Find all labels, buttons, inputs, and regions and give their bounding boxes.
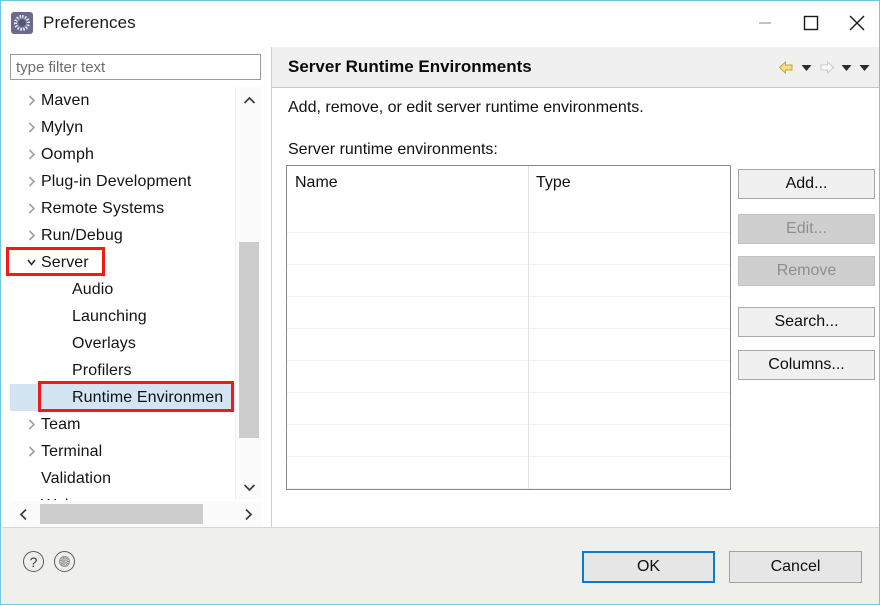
tree-item-server[interactable]: Server — [10, 249, 242, 276]
tree-item-plug-in-development[interactable]: Plug-in Development — [10, 168, 242, 195]
table-row[interactable] — [287, 233, 730, 265]
tree-horizontal-scroll-thumb[interactable] — [40, 504, 203, 524]
runtime-environments-table[interactable]: Name Type — [286, 165, 731, 490]
table-row[interactable] — [287, 425, 730, 457]
chevron-right-icon[interactable] — [21, 419, 41, 430]
title-bar: Preferences — [2, 2, 879, 44]
window-title: Preferences — [43, 13, 136, 32]
tree-item-label: Terminal — [41, 442, 103, 460]
table-body — [287, 201, 730, 489]
tree-item-label: Validation — [41, 469, 112, 487]
tree-item-oomph[interactable]: Oomph — [10, 141, 242, 168]
tree-item-terminal[interactable]: Terminal — [10, 438, 242, 465]
table-row[interactable] — [287, 265, 730, 297]
tree-item-profilers[interactable]: Profilers — [10, 357, 242, 384]
chevron-right-icon[interactable] — [21, 95, 41, 106]
tree-item-label: Plug-in Development — [41, 172, 192, 190]
chevron-right-icon[interactable] — [21, 230, 41, 241]
tree-item-label: Runtime Environmen — [72, 388, 224, 406]
tree-item-label: Launching — [72, 307, 147, 325]
scroll-up-icon[interactable] — [236, 87, 262, 113]
tree-item-remote-systems[interactable]: Remote Systems — [10, 195, 242, 222]
tree-item-label: Overlays — [72, 334, 136, 352]
table-row[interactable] — [287, 297, 730, 329]
view-menu-icon[interactable] — [855, 55, 873, 81]
help-icon[interactable]: ? — [23, 551, 44, 572]
scroll-down-icon[interactable] — [236, 474, 262, 500]
tree-vertical-scrollbar[interactable] — [235, 87, 261, 500]
tree-item-label: Profilers — [72, 361, 132, 379]
table-row[interactable] — [287, 457, 730, 489]
tree-item-label: Server — [41, 253, 89, 271]
table-row[interactable] — [287, 361, 730, 393]
chevron-right-icon[interactable] — [21, 176, 41, 187]
chevron-right-icon[interactable] — [21, 446, 41, 457]
chevron-right-icon[interactable] — [21, 122, 41, 133]
tree-vertical-scroll-thumb[interactable] — [239, 242, 259, 438]
tree-item-web[interactable]: Web — [10, 492, 242, 501]
window-controls — [742, 2, 879, 44]
table-header-row: Name Type — [287, 166, 730, 201]
chevron-right-icon[interactable] — [21, 149, 41, 160]
tree-item-label: Remote Systems — [41, 199, 165, 217]
ok-button[interactable]: OK — [582, 551, 715, 583]
apply-settings-icon[interactable] — [54, 551, 75, 572]
tree-item-label: Mylyn — [41, 118, 84, 136]
panel-navigation — [775, 47, 873, 88]
columns-button[interactable]: Columns... — [738, 350, 875, 380]
tree-item-overlays[interactable]: Overlays — [10, 330, 242, 357]
filter-input[interactable] — [10, 54, 261, 80]
remove-button: Remove — [738, 256, 875, 286]
preferences-gear-icon — [11, 12, 33, 34]
tree-item-label: Maven — [41, 91, 90, 109]
preference-tree[interactable]: Maven Mylyn Oomph Plug-in Development Remote… — [10, 87, 261, 500]
back-arrow-icon[interactable] — [775, 55, 797, 81]
tree-viewport: Maven Mylyn Oomph Plug-in Development Remote… — [10, 87, 242, 500]
tree-item-label: Web — [41, 497, 74, 501]
column-header-name[interactable]: Name — [287, 166, 528, 200]
forward-arrow-icon — [815, 55, 837, 81]
maximize-icon[interactable] — [788, 2, 834, 44]
forward-dropdown-icon[interactable] — [837, 55, 855, 81]
page-title: Server Runtime Environments — [288, 57, 532, 76]
table-row[interactable] — [287, 329, 730, 361]
tree-item-team[interactable]: Team — [10, 411, 242, 438]
add-button[interactable]: Add... — [738, 169, 875, 199]
tree-item-launching[interactable]: Launching — [10, 303, 242, 330]
edit-button: Edit... — [738, 214, 875, 244]
tree-item-label: Team — [41, 415, 81, 433]
close-icon[interactable] — [834, 2, 879, 44]
scroll-left-icon[interactable] — [10, 501, 36, 527]
tree-item-label: Run/Debug — [41, 226, 123, 244]
column-divider[interactable] — [528, 166, 529, 489]
table-row[interactable] — [287, 393, 730, 425]
tree-item-runtime-environmen[interactable]: Runtime Environmen — [10, 384, 242, 411]
tree-item-maven[interactable]: Maven — [10, 87, 242, 114]
chevron-right-icon[interactable] — [21, 203, 41, 214]
page-description: Add, remove, or edit server runtime envi… — [288, 99, 644, 116]
back-dropdown-icon[interactable] — [797, 55, 815, 81]
tree-item-label: Oomph — [41, 145, 94, 163]
settings-panel: Server Runtime Environments Add, remove,… — [271, 47, 879, 527]
column-header-type[interactable]: Type — [528, 166, 730, 200]
minimize-icon[interactable] — [742, 2, 788, 44]
scroll-right-icon[interactable] — [235, 501, 261, 527]
tree-item-validation[interactable]: Validation — [10, 465, 242, 492]
table-label: Server runtime environments: — [288, 141, 498, 158]
tree-item-mylyn[interactable]: Mylyn — [10, 114, 242, 141]
chevron-down-icon[interactable] — [21, 257, 41, 268]
search-button[interactable]: Search... — [738, 307, 875, 337]
tree-item-audio[interactable]: Audio — [10, 276, 242, 303]
table-row[interactable] — [287, 201, 730, 233]
preferences-dialog: Preferences MavenMylynOomphPlug — [0, 0, 880, 605]
tree-horizontal-scrollbar[interactable] — [10, 501, 261, 527]
tree-item-label: Audio — [72, 280, 114, 298]
panel-header: Server Runtime Environments — [272, 47, 879, 88]
cancel-button[interactable]: Cancel — [729, 551, 862, 583]
tree-item-run-debug[interactable]: Run/Debug — [10, 222, 242, 249]
